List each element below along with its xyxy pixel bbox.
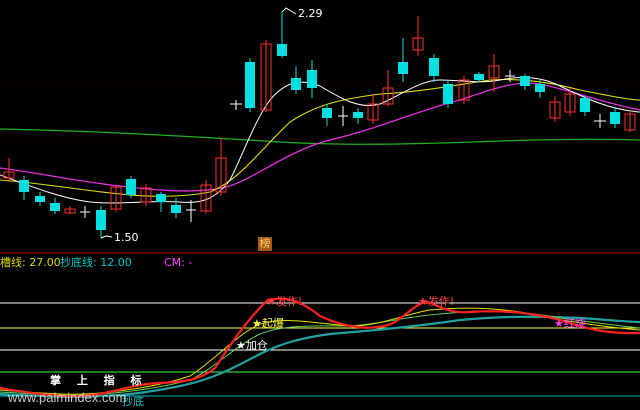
signal-qi-bao: ★起爆: [252, 317, 284, 330]
indicator-header-line2: 抄底线: 12.00: [60, 256, 132, 269]
indicator-header-line1: 槽线: 27.00: [0, 256, 61, 269]
signal-fa-zuo-2: ★发作!: [418, 295, 455, 308]
rank-badge[interactable]: 榜: [258, 237, 272, 251]
signal-fa-zuo-1: ★发作!: [266, 295, 303, 308]
extreme-markers: [100, 7, 297, 239]
price-grid: [0, 31, 640, 193]
high-price-label: 2.29: [298, 7, 323, 20]
kline-chart: [0, 7, 640, 398]
ma-green-line: [0, 128, 640, 145]
ma-yellow-line: [0, 78, 640, 197]
ma-magenta-line: [0, 82, 640, 192]
signal-jia-cang: ★加仓: [236, 339, 268, 352]
candles: [3, 12, 636, 238]
indicator-header-cm: CM: -: [164, 256, 193, 269]
watermark-url: www.palmindex.com: [8, 390, 127, 405]
low-price-label: 1.50: [114, 231, 139, 244]
watermark-title: 掌 上 指 标: [50, 374, 148, 387]
signal-right-star: ★红烧: [554, 317, 586, 330]
